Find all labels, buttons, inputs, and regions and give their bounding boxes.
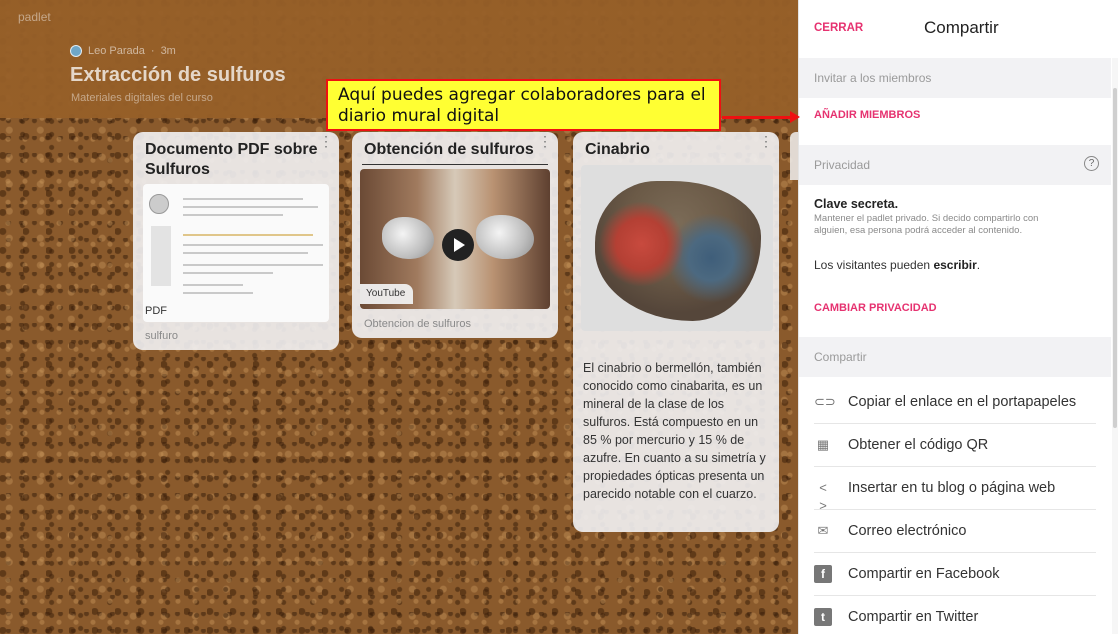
author-row: Leo Parada · 3m xyxy=(70,45,176,57)
share-item-label: Compartir en Facebook xyxy=(848,566,1000,582)
separator-dot: · xyxy=(150,45,155,57)
email-icon: ✉ xyxy=(817,523,829,538)
visitors-action: escribir xyxy=(933,258,977,272)
divider xyxy=(362,164,548,165)
share-qr-code[interactable]: ▦ Obtener el código QR xyxy=(814,424,1096,467)
qr-code-icon: ▦ xyxy=(816,437,830,452)
section-label: Compartir xyxy=(814,350,867,364)
help-icon[interactable]: ? xyxy=(1084,156,1099,171)
share-item-label: Obtener el código QR xyxy=(848,437,989,453)
arrow-head-icon xyxy=(790,111,800,123)
wikipedia-logo xyxy=(149,194,169,214)
card-menu-icon[interactable]: ⋮ xyxy=(538,134,552,148)
share-panel: CERRAR Compartir Invitar a los miembros … xyxy=(798,0,1118,634)
board-title: Extracción de sulfuros xyxy=(70,64,286,86)
preview-line xyxy=(183,284,243,286)
share-item-label: Copiar el enlace en el portapapeles xyxy=(848,394,1077,410)
preview-line xyxy=(183,264,323,266)
preview-line xyxy=(183,206,318,208)
preview-line xyxy=(183,214,283,216)
annotation-arrow xyxy=(722,116,792,119)
share-embed[interactable]: < > Insertar en tu blog o página web xyxy=(814,467,1096,513)
share-copy-link[interactable]: ⊂⊃ Copiar el enlace en el portapapeles xyxy=(814,381,1096,424)
rock-image xyxy=(595,181,761,321)
card-caption: sulfuro xyxy=(145,330,179,342)
avatar xyxy=(70,45,82,57)
facebook-icon: f xyxy=(814,565,832,583)
preview-sidebar xyxy=(151,226,171,286)
preview-line xyxy=(183,292,253,294)
video-source-label: YouTube xyxy=(360,284,414,304)
author-name: Leo Parada xyxy=(88,45,145,57)
privacy-title: Clave secreta. xyxy=(814,197,899,211)
section-label: Privacidad xyxy=(814,158,871,172)
panel-scrollbar[interactable] xyxy=(1112,58,1118,634)
foil-shape xyxy=(476,215,534,259)
close-button[interactable]: CERRAR xyxy=(814,22,863,34)
panel-header: CERRAR Compartir xyxy=(799,0,1111,58)
card-menu-icon[interactable]: ⋮ xyxy=(759,134,773,148)
visitors-permission: Los visitantes pueden escribir. xyxy=(814,258,980,272)
section-header-privacy: Privacidad ? xyxy=(799,145,1111,185)
share-twitter[interactable]: t Compartir en Twitter xyxy=(814,596,1096,634)
share-item-label: Compartir en Twitter xyxy=(848,609,979,625)
panel-title: Compartir xyxy=(924,18,999,37)
card-title: Documento PDF sobre Sulfuros xyxy=(145,141,318,178)
preview-line xyxy=(183,272,273,274)
share-facebook[interactable]: f Compartir en Facebook xyxy=(814,553,1096,596)
preview-line xyxy=(183,198,303,200)
twitter-icon: t xyxy=(814,608,832,626)
add-members-button[interactable]: AÑADIR MIEMBROS xyxy=(814,109,920,121)
foil-shape xyxy=(382,217,434,259)
file-type-label: PDF xyxy=(145,305,167,317)
padlet-logo[interactable]: padlet xyxy=(18,10,51,24)
card-caption: Obtencion de sulfuros xyxy=(364,318,472,330)
section-header-share: Compartir xyxy=(799,337,1111,377)
scrollbar-thumb[interactable] xyxy=(1113,88,1117,428)
post-card-cinabrio[interactable]: ⋮ Cinabrio El cinabrio o bermellón, tamb… xyxy=(573,132,779,532)
section-label: Invitar a los miembros xyxy=(814,71,932,85)
preview-line xyxy=(183,252,308,254)
post-time: 3m xyxy=(160,45,176,57)
board-subtitle: Materiales digitales del curso xyxy=(71,92,213,104)
pdf-preview[interactable] xyxy=(143,184,329,322)
card-title: Cinabrio xyxy=(585,141,650,158)
card-title: Obtención de sulfuros xyxy=(364,141,534,158)
preview-line xyxy=(183,244,323,246)
section-header-invite: Invitar a los miembros xyxy=(799,58,1111,98)
mineral-photo[interactable] xyxy=(581,165,773,331)
preview-line xyxy=(183,234,313,236)
card-menu-icon[interactable]: ⋮ xyxy=(319,134,333,148)
visitors-suffix: . xyxy=(976,258,981,272)
post-card-video[interactable]: ⋮ Obtención de sulfuros YouTube Obtencio… xyxy=(352,132,558,338)
share-item-label: Insertar en tu blog o página web xyxy=(848,480,1056,496)
play-icon[interactable] xyxy=(442,229,474,261)
post-card-pdf[interactable]: ⋮ Documento PDF sobre Sulfuros PDF sulfu… xyxy=(133,132,339,350)
post-card-partial[interactable] xyxy=(790,132,798,180)
visitors-prefix: Los visitantes pueden xyxy=(814,258,931,272)
embed-code-icon: < > xyxy=(819,480,827,513)
change-privacy-button[interactable]: CAMBIAR PRIVACIDAD xyxy=(814,302,937,314)
annotation-callout: Aquí puedes agregar colaboradores para e… xyxy=(326,79,721,131)
share-item-label: Correo electrónico xyxy=(848,523,967,539)
link-icon: ⊂⊃ xyxy=(814,394,836,409)
card-body-text: El cinabrio o bermellón, también conocid… xyxy=(583,361,766,501)
privacy-description: Mantener el padlet privado. Si decido co… xyxy=(814,213,1039,236)
share-email[interactable]: ✉ Correo electrónico xyxy=(814,510,1096,553)
